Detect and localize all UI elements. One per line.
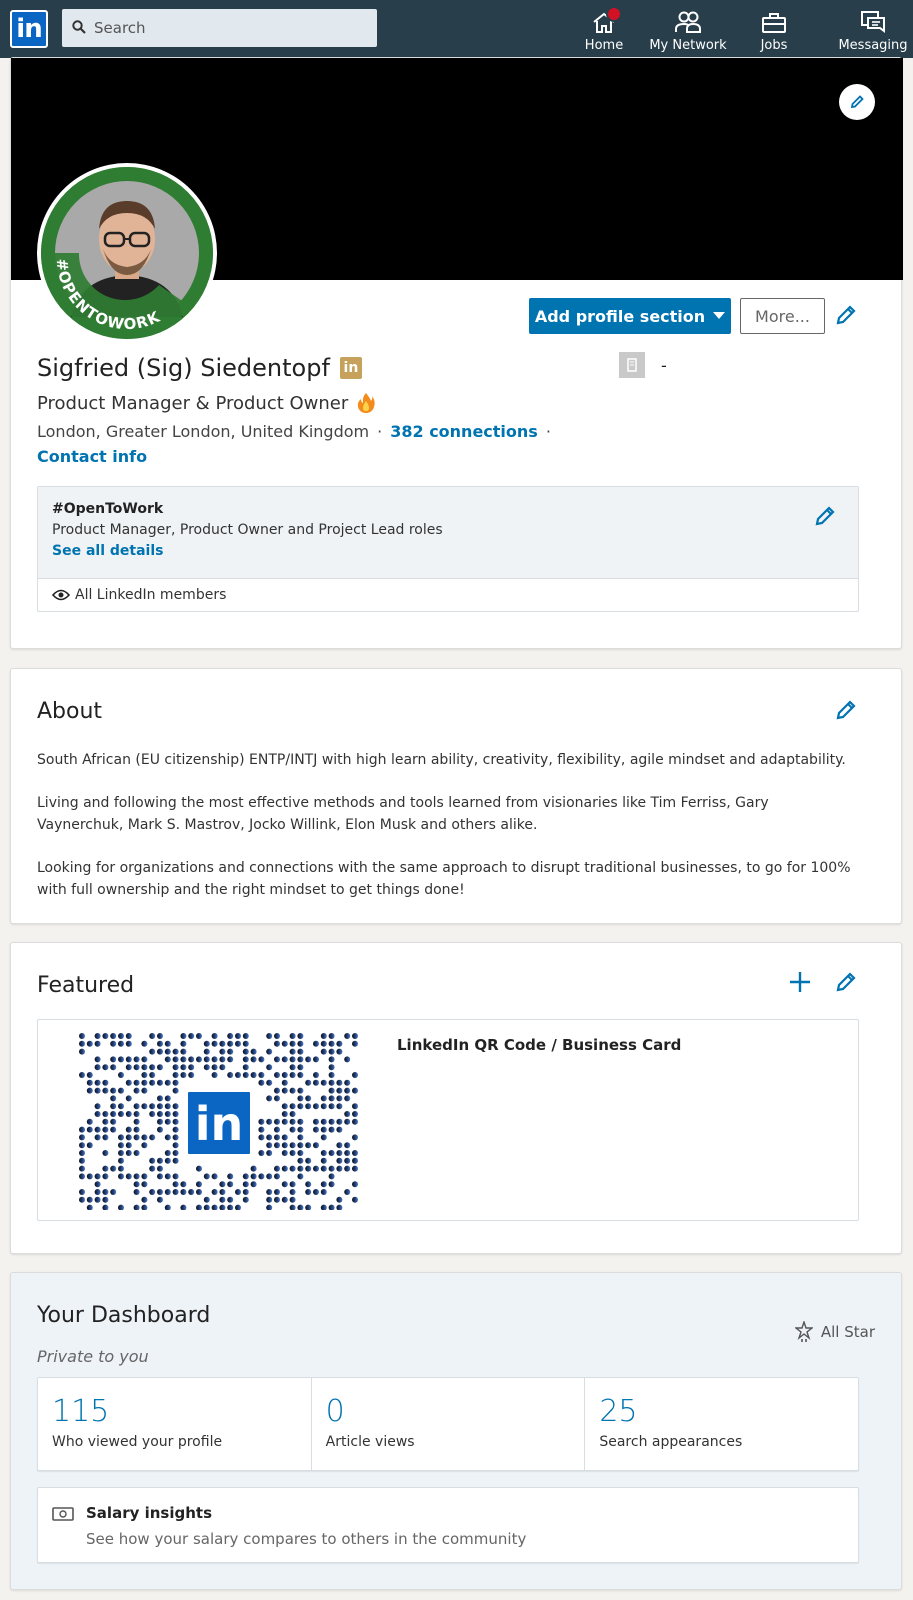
pencil-icon: [850, 95, 864, 109]
location-text: London, Greater London, United Kingdom: [37, 422, 370, 441]
nav-my-network[interactable]: My Network: [646, 6, 730, 56]
pencil-icon: [836, 972, 856, 992]
qr-logo-text: in: [195, 1097, 244, 1151]
company-name: -: [661, 356, 667, 375]
stat-label: Search appearances: [599, 1434, 743, 1450]
profile-headline: Product Manager & Product Owner: [37, 392, 376, 414]
search-bar[interactable]: [62, 9, 377, 47]
contact-info-link[interactable]: Contact info: [37, 447, 147, 466]
my-network-icon: [675, 11, 701, 33]
eye-icon: [52, 589, 70, 601]
stat-label: Who viewed your profile: [52, 1434, 223, 1450]
search-input[interactable]: [94, 19, 354, 37]
about-paragraph: Living and following the most effective …: [37, 795, 769, 833]
featured-item-title: LinkedIn QR Code / Business Card: [397, 1036, 682, 1054]
dashboard-stats: 115 Who viewed your profile 0 Article vi…: [37, 1377, 859, 1471]
profile-strength-label: All Star: [820, 1323, 875, 1341]
jobs-icon: [762, 13, 786, 33]
pencil-icon: [815, 506, 835, 526]
stat-profile-views[interactable]: 115 Who viewed your profile: [38, 1378, 312, 1470]
nav-my-network-label: My Network: [649, 38, 727, 53]
dashboard-card: Your Dashboard Private to you All Star 1…: [10, 1272, 902, 1590]
search-icon: [72, 19, 86, 38]
pencil-icon: [836, 700, 856, 720]
linkedin-premium-badge: in: [339, 357, 362, 379]
open-to-work-frame: #OPENTOWORK: [44, 253, 191, 338]
more-button-label: More...: [755, 306, 810, 326]
money-icon: [52, 1507, 74, 1521]
fire-emoji-icon: [358, 393, 375, 413]
messaging-icon: [861, 11, 885, 33]
salary-insights-title: Salary insights: [86, 1504, 212, 1522]
caret-down-icon: [713, 312, 726, 319]
dashboard-subtitle: Private to you: [37, 1347, 149, 1366]
nav-messaging[interactable]: Messaging: [836, 6, 910, 56]
qr-code-image: in: [79, 1033, 358, 1210]
salary-insights-subtitle: See how your salary compares to others i…: [86, 1530, 527, 1548]
plus-icon: [790, 972, 810, 992]
connections-link[interactable]: 382 connections: [390, 422, 538, 441]
building-icon: [627, 358, 637, 372]
pencil-icon: [836, 305, 856, 325]
about-paragraph: Looking for organizations and connection…: [37, 860, 851, 898]
profile-name-text: Sigfried (Sig) Siedentopf: [37, 354, 330, 382]
profile-location: London, Greater London, United Kingdom · 3…: [37, 422, 551, 441]
see-all-details-link[interactable]: See all details: [52, 543, 844, 559]
nav-home[interactable]: Home: [576, 6, 632, 56]
more-button[interactable]: More...: [740, 298, 825, 334]
linkedin-logo[interactable]: in: [10, 10, 48, 48]
profile-avatar[interactable]: #OPENTOWORK: [37, 163, 217, 343]
top-nav: in Home My Network Jobs Messaging: [0, 0, 913, 58]
salary-insights[interactable]: Salary insights See how your salary comp…: [37, 1487, 859, 1563]
stat-article-views[interactable]: 0 Article views: [312, 1378, 586, 1470]
about-title: About: [37, 699, 103, 724]
edit-intro-button[interactable]: [831, 300, 861, 330]
profile-top-card: #OPENTOWORK Add profile section More... …: [10, 57, 903, 649]
add-profile-section-button[interactable]: Add profile section: [529, 298, 731, 334]
featured-card: Featured in LinkedIn QR Code / Business …: [10, 942, 902, 1254]
stat-label: Article views: [325, 1434, 415, 1450]
open-to-work-box: #OpenToWork Product Manager, Product Own…: [37, 486, 859, 612]
profile-headline-text: Product Manager & Product Owner: [37, 392, 349, 414]
edit-about-button[interactable]: [831, 695, 861, 725]
about-text: South African (EU citizenship) ENTP/INTJ…: [37, 749, 857, 922]
nav-home-label: Home: [584, 38, 624, 53]
visibility-text: All LinkedIn members: [75, 587, 227, 603]
edit-banner-button[interactable]: [839, 84, 875, 120]
stat-search-appearances[interactable]: 25 Search appearances: [585, 1378, 858, 1470]
all-star-icon: [794, 1321, 813, 1342]
open-to-work-roles: Product Manager, Product Owner and Proje…: [52, 522, 443, 538]
nav-jobs-label: Jobs: [760, 38, 788, 53]
edit-open-to-work-button[interactable]: [810, 501, 840, 531]
company-logo[interactable]: [619, 352, 645, 378]
about-card: About South African (EU citizenship) ENT…: [10, 668, 902, 924]
dashboard-title: Your Dashboard: [37, 1303, 211, 1328]
featured-title: Featured: [37, 973, 135, 998]
featured-item[interactable]: in LinkedIn QR Code / Business Card: [37, 1019, 859, 1221]
nav-jobs[interactable]: Jobs: [752, 6, 796, 56]
add-featured-button[interactable]: [785, 967, 815, 997]
stat-value: 25: [599, 1394, 638, 1429]
stat-value: 0: [325, 1394, 345, 1429]
profile-name: Sigfried (Sig) Siedentopf in: [37, 354, 362, 382]
profile-strength[interactable]: All Star: [794, 1321, 875, 1343]
notification-badge: [606, 6, 622, 22]
stat-value: 115: [52, 1394, 110, 1429]
add-profile-section-label: Add profile section: [534, 306, 706, 326]
nav-messaging-label: Messaging: [838, 38, 908, 53]
about-paragraph: South African (EU citizenship) ENTP/INTJ…: [37, 752, 846, 768]
edit-featured-button[interactable]: [831, 967, 861, 997]
open-to-work-title: #OpenToWork: [52, 501, 164, 517]
